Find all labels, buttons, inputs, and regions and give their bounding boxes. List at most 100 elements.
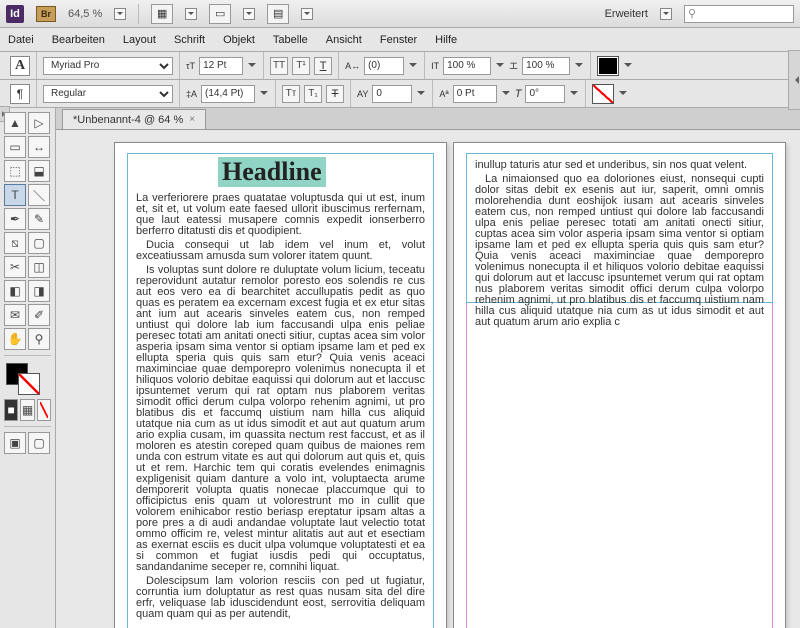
superscript-button[interactable]: T¹	[292, 57, 310, 75]
free-transform-tool[interactable]: ◫	[28, 256, 50, 278]
smallcaps-button[interactable]: Tᴛ	[282, 85, 300, 103]
control-bar-row2: ¶ Regular ‡A Tᴛ T₁ T AY Aª T	[0, 80, 800, 108]
workspace-label[interactable]: Erweitert	[605, 8, 648, 20]
scissors-tool[interactable]: ✂	[4, 256, 26, 278]
menu-objekt[interactable]: Objekt	[223, 34, 255, 46]
body-text-2[interactable]: inullup taturis atur sed et underibus, s…	[467, 154, 772, 337]
text-frame-2[interactable]: inullup taturis atur sed et underibus, s…	[466, 153, 773, 303]
body-text-1[interactable]: La verferiorere praes quatatae voluptusd…	[128, 187, 433, 628]
menu-datei[interactable]: Datei	[8, 34, 34, 46]
hscale-input[interactable]	[522, 57, 570, 75]
arrange-icon[interactable]: ▤	[267, 4, 289, 24]
leading-icon: ‡A	[186, 89, 197, 99]
view-options-dropdown[interactable]	[185, 8, 197, 20]
tracking-input[interactable]	[372, 85, 412, 103]
skew-stepper[interactable]	[569, 89, 579, 99]
apply-none[interactable]	[37, 399, 51, 421]
kerning-icon: A↔	[345, 61, 360, 71]
skew-input[interactable]	[525, 85, 565, 103]
leading-stepper[interactable]	[259, 89, 269, 99]
skew-icon: T	[515, 88, 522, 100]
arrange-dropdown[interactable]	[301, 8, 313, 20]
tab-label: *Unbenannt-4 @ 64 %	[73, 114, 183, 126]
view-options-icon[interactable]: ▦	[151, 4, 173, 24]
kerning-input[interactable]	[364, 57, 404, 75]
fill-dropdown[interactable]	[623, 61, 633, 71]
page-right[interactable]: inullup taturis atur sed et underibus, s…	[453, 142, 786, 628]
tracking-icon: AY	[357, 89, 368, 99]
apply-gradient[interactable]: ▦	[20, 399, 34, 421]
search-input[interactable]: ⚲	[684, 5, 794, 23]
menu-layout[interactable]: Layout	[123, 34, 156, 46]
selection-tool[interactable]: ▲	[4, 112, 26, 134]
fill-swatch[interactable]	[597, 56, 619, 76]
baseline-icon: Aª	[439, 89, 448, 99]
rectangle-frame-tool[interactable]: ⧅	[4, 232, 26, 254]
workspace-dropdown[interactable]	[660, 8, 672, 20]
underline-button[interactable]: T	[314, 57, 332, 75]
tracking-stepper[interactable]	[416, 89, 426, 99]
pen-tool[interactable]: ✒	[4, 208, 26, 230]
type-tool[interactable]: T	[4, 184, 26, 206]
screen-mode-icon[interactable]: ▭	[209, 4, 231, 24]
apply-color[interactable]: ■	[4, 399, 18, 421]
menu-ansicht[interactable]: Ansicht	[326, 34, 362, 46]
hscale-icon: エ	[509, 59, 518, 72]
eyedropper-tool[interactable]: ✐	[28, 304, 50, 326]
zoom-dropdown[interactable]	[114, 8, 126, 20]
pencil-tool[interactable]: ✎	[28, 208, 50, 230]
hscale-stepper[interactable]	[574, 61, 584, 71]
font-size-stepper[interactable]	[247, 61, 257, 71]
menu-schrift[interactable]: Schrift	[174, 34, 205, 46]
headline-text[interactable]: Headline	[218, 157, 326, 187]
zoom-tool[interactable]: ⚲	[28, 328, 50, 350]
baseline-stepper[interactable]	[501, 89, 511, 99]
character-mode-icon[interactable]: A	[10, 56, 30, 76]
content-collector-tool[interactable]: ⬚	[4, 160, 26, 182]
strikethrough-button[interactable]: T	[326, 85, 344, 103]
subscript-button[interactable]: T₁	[304, 85, 322, 103]
font-family-select[interactable]: Myriad Pro	[43, 57, 173, 75]
app-logo: Id	[6, 5, 24, 23]
text-frame-1[interactable]: Headline La verferiorere praes quatatae …	[127, 153, 434, 628]
page-tool[interactable]: ▭	[4, 136, 26, 158]
panel-reveal[interactable]	[788, 50, 800, 110]
note-tool[interactable]: ✉	[4, 304, 26, 326]
kerning-stepper[interactable]	[408, 61, 418, 71]
document-tab[interactable]: *Unbenannt-4 @ 64 % ×	[62, 109, 206, 129]
page-left[interactable]: Headline La verferiorere praes quatatae …	[114, 142, 447, 628]
gradient-feather-tool[interactable]: ◨	[28, 280, 50, 302]
menu-hilfe[interactable]: Hilfe	[435, 34, 457, 46]
title-bar: Id Br 64,5 % ▦ ▭ ▤ Erweitert ⚲	[0, 0, 800, 28]
menu-tabelle[interactable]: Tabelle	[273, 34, 308, 46]
toolbox: ▲▷ ▭↔ ⬚⬓ T＼ ✒✎ ⧅▢ ✂◫ ◧◨ ✉✐ ✋⚲ ■▦ ▣▢	[0, 108, 56, 628]
direct-selection-tool[interactable]: ▷	[28, 112, 50, 134]
gap-tool[interactable]: ↔	[28, 136, 50, 158]
menu-bearbeiten[interactable]: Bearbeiten	[52, 34, 105, 46]
screen-mode-dropdown[interactable]	[243, 8, 255, 20]
stroke-swatch[interactable]	[592, 84, 614, 104]
font-style-select[interactable]: Regular	[43, 85, 173, 103]
menu-bar: Datei Bearbeiten Layout Schrift Objekt T…	[0, 28, 800, 52]
font-size-input[interactable]	[199, 57, 243, 75]
close-icon[interactable]: ×	[189, 114, 195, 125]
content-placer-tool[interactable]: ⬓	[28, 160, 50, 182]
line-tool[interactable]: ＼	[28, 184, 50, 206]
hand-tool[interactable]: ✋	[4, 328, 26, 350]
zoom-level[interactable]: 64,5 %	[68, 8, 102, 20]
bridge-icon[interactable]: Br	[36, 6, 56, 22]
canvas[interactable]: Headline La verferiorere praes quatatae …	[56, 130, 800, 628]
gradient-swatch-tool[interactable]: ◧	[4, 280, 26, 302]
stroke-dropdown[interactable]	[618, 89, 628, 99]
vscale-stepper[interactable]	[495, 61, 505, 71]
fill-stroke-swatches[interactable]	[4, 361, 52, 397]
paragraph-mode-icon[interactable]: ¶	[10, 84, 30, 104]
normal-view[interactable]: ▣	[4, 432, 26, 454]
allcaps-button[interactable]: TT	[270, 57, 288, 75]
vscale-input[interactable]	[443, 57, 491, 75]
baseline-input[interactable]	[453, 85, 497, 103]
preview-view[interactable]: ▢	[28, 432, 50, 454]
rectangle-tool[interactable]: ▢	[28, 232, 50, 254]
leading-input[interactable]	[201, 85, 255, 103]
menu-fenster[interactable]: Fenster	[380, 34, 417, 46]
